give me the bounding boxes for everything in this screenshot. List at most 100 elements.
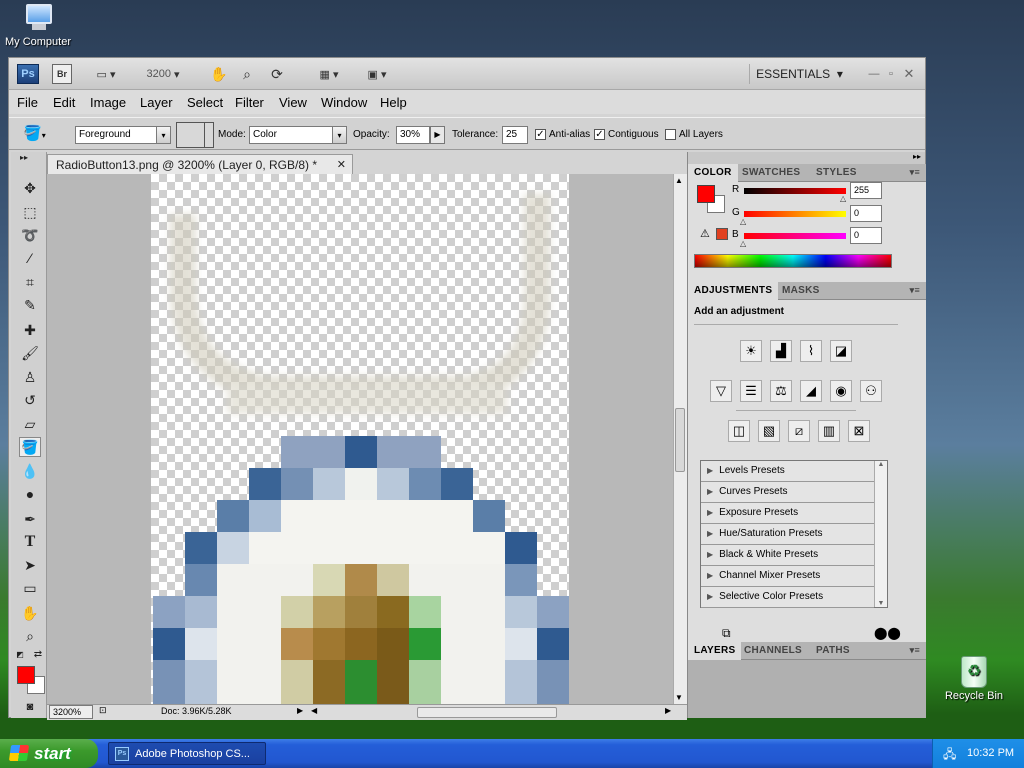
- threshold-icon[interactable]: ⧄: [788, 420, 810, 442]
- gamut-color-chip[interactable]: [716, 228, 728, 240]
- collapse-tools-icon[interactable]: ▸▸: [13, 152, 35, 162]
- clock[interactable]: 10:32 PM: [967, 747, 1014, 759]
- scroll-up-icon[interactable]: ▲: [675, 176, 683, 185]
- zoom-tool-icon[interactable]: ⌕: [19, 626, 41, 646]
- swap-colors-icon[interactable]: ⇄: [31, 648, 45, 660]
- tab-styles[interactable]: STYLES: [810, 164, 863, 182]
- panel-menu-icon[interactable]: ▾≡: [904, 282, 926, 300]
- all-layers-checkbox[interactable]: [665, 129, 676, 140]
- clip-to-layer-icon[interactable]: ⧉: [722, 626, 731, 641]
- view-extras-button[interactable]: ▭ ▾: [89, 64, 123, 84]
- list-item[interactable]: Black & White Presets: [701, 545, 874, 566]
- list-item[interactable]: Channel Mixer Presets: [701, 566, 874, 587]
- history-brush-tool-icon[interactable]: ↺: [19, 390, 41, 410]
- gradient-map-icon[interactable]: ▥: [818, 420, 840, 442]
- eraser-tool-icon[interactable]: ▱: [19, 414, 41, 434]
- color-spectrum-ramp[interactable]: [694, 254, 892, 268]
- b-slider-thumb[interactable]: △: [740, 239, 746, 248]
- document-canvas[interactable]: [47, 174, 673, 704]
- crop-tool-icon[interactable]: ⌗: [19, 272, 41, 292]
- presets-scrollbar[interactable]: ▲ ▼: [874, 461, 887, 607]
- presets-list[interactable]: Levels Presets Curves Presets Exposure P…: [700, 460, 888, 608]
- workspace-switcher[interactable]: ESSENTIALS ▾: [749, 64, 849, 84]
- list-item[interactable]: Hue/Saturation Presets: [701, 524, 874, 545]
- levels-icon[interactable]: ▟: [770, 340, 792, 362]
- invert-icon[interactable]: ◫: [728, 420, 750, 442]
- paint-bucket-preset-icon[interactable]: 🪣▾: [23, 124, 55, 144]
- tab-layers[interactable]: LAYERS: [688, 642, 742, 660]
- tab-masks[interactable]: MASKS: [776, 282, 826, 300]
- r-slider-thumb[interactable]: △: [840, 194, 846, 203]
- panel-menu-icon[interactable]: ▾≡: [904, 164, 926, 182]
- taskbar-task-photoshop[interactable]: Ps Adobe Photoshop CS...: [108, 742, 266, 765]
- dodge-tool-icon[interactable]: ●: [19, 484, 41, 504]
- pen-tool-icon[interactable]: ✒: [19, 509, 41, 529]
- status-zoom-field[interactable]: 3200%: [49, 705, 93, 719]
- clone-stamp-tool-icon[interactable]: ♙: [19, 367, 41, 387]
- hscroll-left-icon[interactable]: ◀: [311, 706, 317, 715]
- path-selection-tool-icon[interactable]: ➤: [19, 555, 41, 575]
- paint-bucket-tool-icon[interactable]: 🪣: [19, 437, 41, 457]
- collapse-panels-icon[interactable]: ▸▸: [913, 152, 921, 161]
- panel-menu-icon[interactable]: ▾≡: [904, 642, 926, 660]
- shape-tool-icon[interactable]: ▭: [19, 578, 41, 598]
- g-slider-thumb[interactable]: △: [740, 217, 746, 226]
- anti-alias-checkbox[interactable]: ✓: [535, 129, 546, 140]
- opacity-slider-button[interactable]: ▶: [430, 126, 445, 144]
- hscroll-right-icon[interactable]: ▶: [665, 706, 671, 715]
- tab-channels[interactable]: CHANNELS: [738, 642, 808, 660]
- foreground-color-swatch[interactable]: [17, 666, 35, 684]
- move-tool-icon[interactable]: ✥: [19, 178, 41, 198]
- channel-mixer-icon[interactable]: ⚇: [860, 380, 882, 402]
- my-computer-icon[interactable]: My Computer: [2, 2, 74, 48]
- list-item[interactable]: Levels Presets: [701, 461, 874, 482]
- maximize-button[interactable]: ▫: [884, 64, 898, 84]
- b-slider[interactable]: [744, 233, 846, 239]
- r-slider[interactable]: [744, 188, 846, 194]
- curves-icon[interactable]: ⌇: [800, 340, 822, 362]
- tolerance-field[interactable]: 25: [502, 126, 528, 144]
- menu-image[interactable]: Image: [90, 95, 126, 110]
- rotate-view-icon[interactable]: ⟳: [267, 64, 287, 84]
- arrange-documents-button[interactable]: ▦ ▾: [311, 64, 347, 84]
- hue-saturation-icon[interactable]: ☰: [740, 380, 762, 402]
- brush-tool-icon[interactable]: 🖌: [19, 343, 41, 363]
- start-button[interactable]: start: [0, 739, 98, 768]
- vibrance-icon[interactable]: ▽: [710, 380, 732, 402]
- tab-color[interactable]: COLOR: [688, 164, 738, 182]
- menu-file[interactable]: File: [17, 95, 38, 110]
- close-button[interactable]: ✕: [902, 64, 916, 84]
- exposure-icon[interactable]: ◪: [830, 340, 852, 362]
- out-of-gamut-warning-icon[interactable]: ⚠: [700, 227, 710, 240]
- tab-adjustments[interactable]: ADJUSTMENTS: [688, 282, 779, 300]
- list-item[interactable]: Exposure Presets: [701, 503, 874, 524]
- tab-paths[interactable]: PATHS: [810, 642, 856, 660]
- menu-filter[interactable]: Filter: [235, 95, 264, 110]
- opacity-field[interactable]: 30%: [396, 126, 430, 144]
- b-value-field[interactable]: 0: [850, 227, 882, 244]
- screen-mode-button[interactable]: ▣ ▾: [359, 64, 395, 84]
- recycle-bin-icon[interactable]: ♻ Recycle Bin: [940, 656, 1008, 702]
- menu-help[interactable]: Help: [380, 95, 407, 110]
- list-item[interactable]: Curves Presets: [701, 482, 874, 503]
- type-tool-icon[interactable]: T: [19, 532, 41, 552]
- posterize-icon[interactable]: ▧: [758, 420, 780, 442]
- horizontal-scroll-thumb[interactable]: [417, 707, 557, 718]
- mode-dropdown[interactable]: Color ▾: [249, 126, 347, 144]
- close-document-icon[interactable]: ✕: [337, 158, 346, 171]
- contiguous-checkbox[interactable]: ✓: [594, 129, 605, 140]
- menu-select[interactable]: Select: [187, 95, 223, 110]
- black-white-icon[interactable]: ◢: [800, 380, 822, 402]
- g-value-field[interactable]: 0: [850, 205, 882, 222]
- menu-layer[interactable]: Layer: [140, 95, 173, 110]
- menu-edit[interactable]: Edit: [53, 95, 75, 110]
- zoom-level-dropdown[interactable]: 3200 ▾: [139, 64, 187, 84]
- minimize-button[interactable]: —: [867, 64, 881, 84]
- r-value-field[interactable]: 255: [850, 182, 882, 199]
- marquee-tool-icon[interactable]: ⬚: [19, 202, 41, 222]
- menu-view[interactable]: View: [279, 95, 307, 110]
- eyedropper-tool-icon[interactable]: ✎: [19, 295, 41, 315]
- document-tab[interactable]: RadioButton13.png @ 3200% (Layer 0, RGB/…: [47, 154, 353, 174]
- pattern-picker[interactable]: [176, 122, 214, 148]
- status-arrow-icon[interactable]: ▶: [297, 706, 303, 715]
